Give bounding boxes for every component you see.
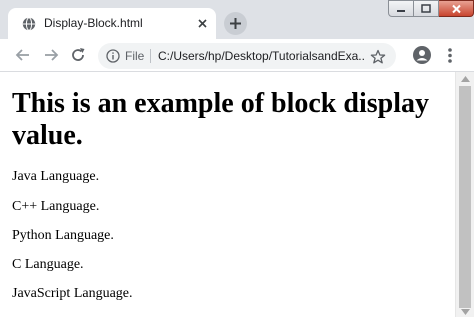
kebab-menu-icon[interactable] (447, 47, 453, 64)
scrollbar-thumb[interactable] (459, 86, 471, 308)
maximize-icon (421, 4, 431, 13)
list-item: C Language. (12, 257, 84, 272)
page-heading: This is an example of block display valu… (12, 88, 429, 151)
reload-icon[interactable] (68, 45, 88, 65)
scheme-label: File (125, 49, 145, 63)
browser-toolbar: File C:/Users/hp/Desktop/TutorialsandExa… (0, 39, 474, 72)
close-window-icon (451, 4, 461, 13)
globe-icon (22, 17, 36, 31)
vertical-scrollbar[interactable] (455, 72, 474, 317)
new-tab-button[interactable] (224, 12, 247, 35)
back-arrow-icon[interactable] (13, 45, 33, 65)
window-controls (388, 0, 474, 17)
omnibox-divider (150, 49, 151, 63)
page-viewport: This is an example of block display valu… (0, 72, 455, 317)
plus-icon (230, 18, 241, 29)
maximize-button[interactable] (414, 0, 439, 17)
scroll-down-arrow-icon[interactable] (461, 309, 470, 315)
url-text[interactable]: C:/Users/hp/Desktop/TutorialsandExa... (158, 49, 366, 63)
scroll-up-arrow-icon[interactable] (461, 76, 470, 82)
list-item: C++ Language. (12, 199, 100, 214)
star-icon[interactable] (370, 49, 386, 65)
close-window-button[interactable] (439, 0, 474, 17)
info-icon[interactable] (106, 49, 120, 63)
list-item: Java Language. (12, 169, 100, 184)
tab-display-block[interactable]: Display-Block.html (8, 8, 216, 39)
minimize-button[interactable] (388, 0, 414, 17)
close-icon[interactable] (196, 17, 209, 30)
account-icon[interactable] (412, 45, 432, 65)
address-bar[interactable]: File C:/Users/hp/Desktop/TutorialsandExa… (98, 43, 396, 69)
list-item: Python Language. (12, 228, 114, 243)
forward-arrow-icon[interactable] (41, 45, 61, 65)
tab-title: Display-Block.html (44, 16, 143, 30)
list-item: JavaScript Language. (12, 286, 133, 301)
minimize-icon (397, 9, 405, 12)
